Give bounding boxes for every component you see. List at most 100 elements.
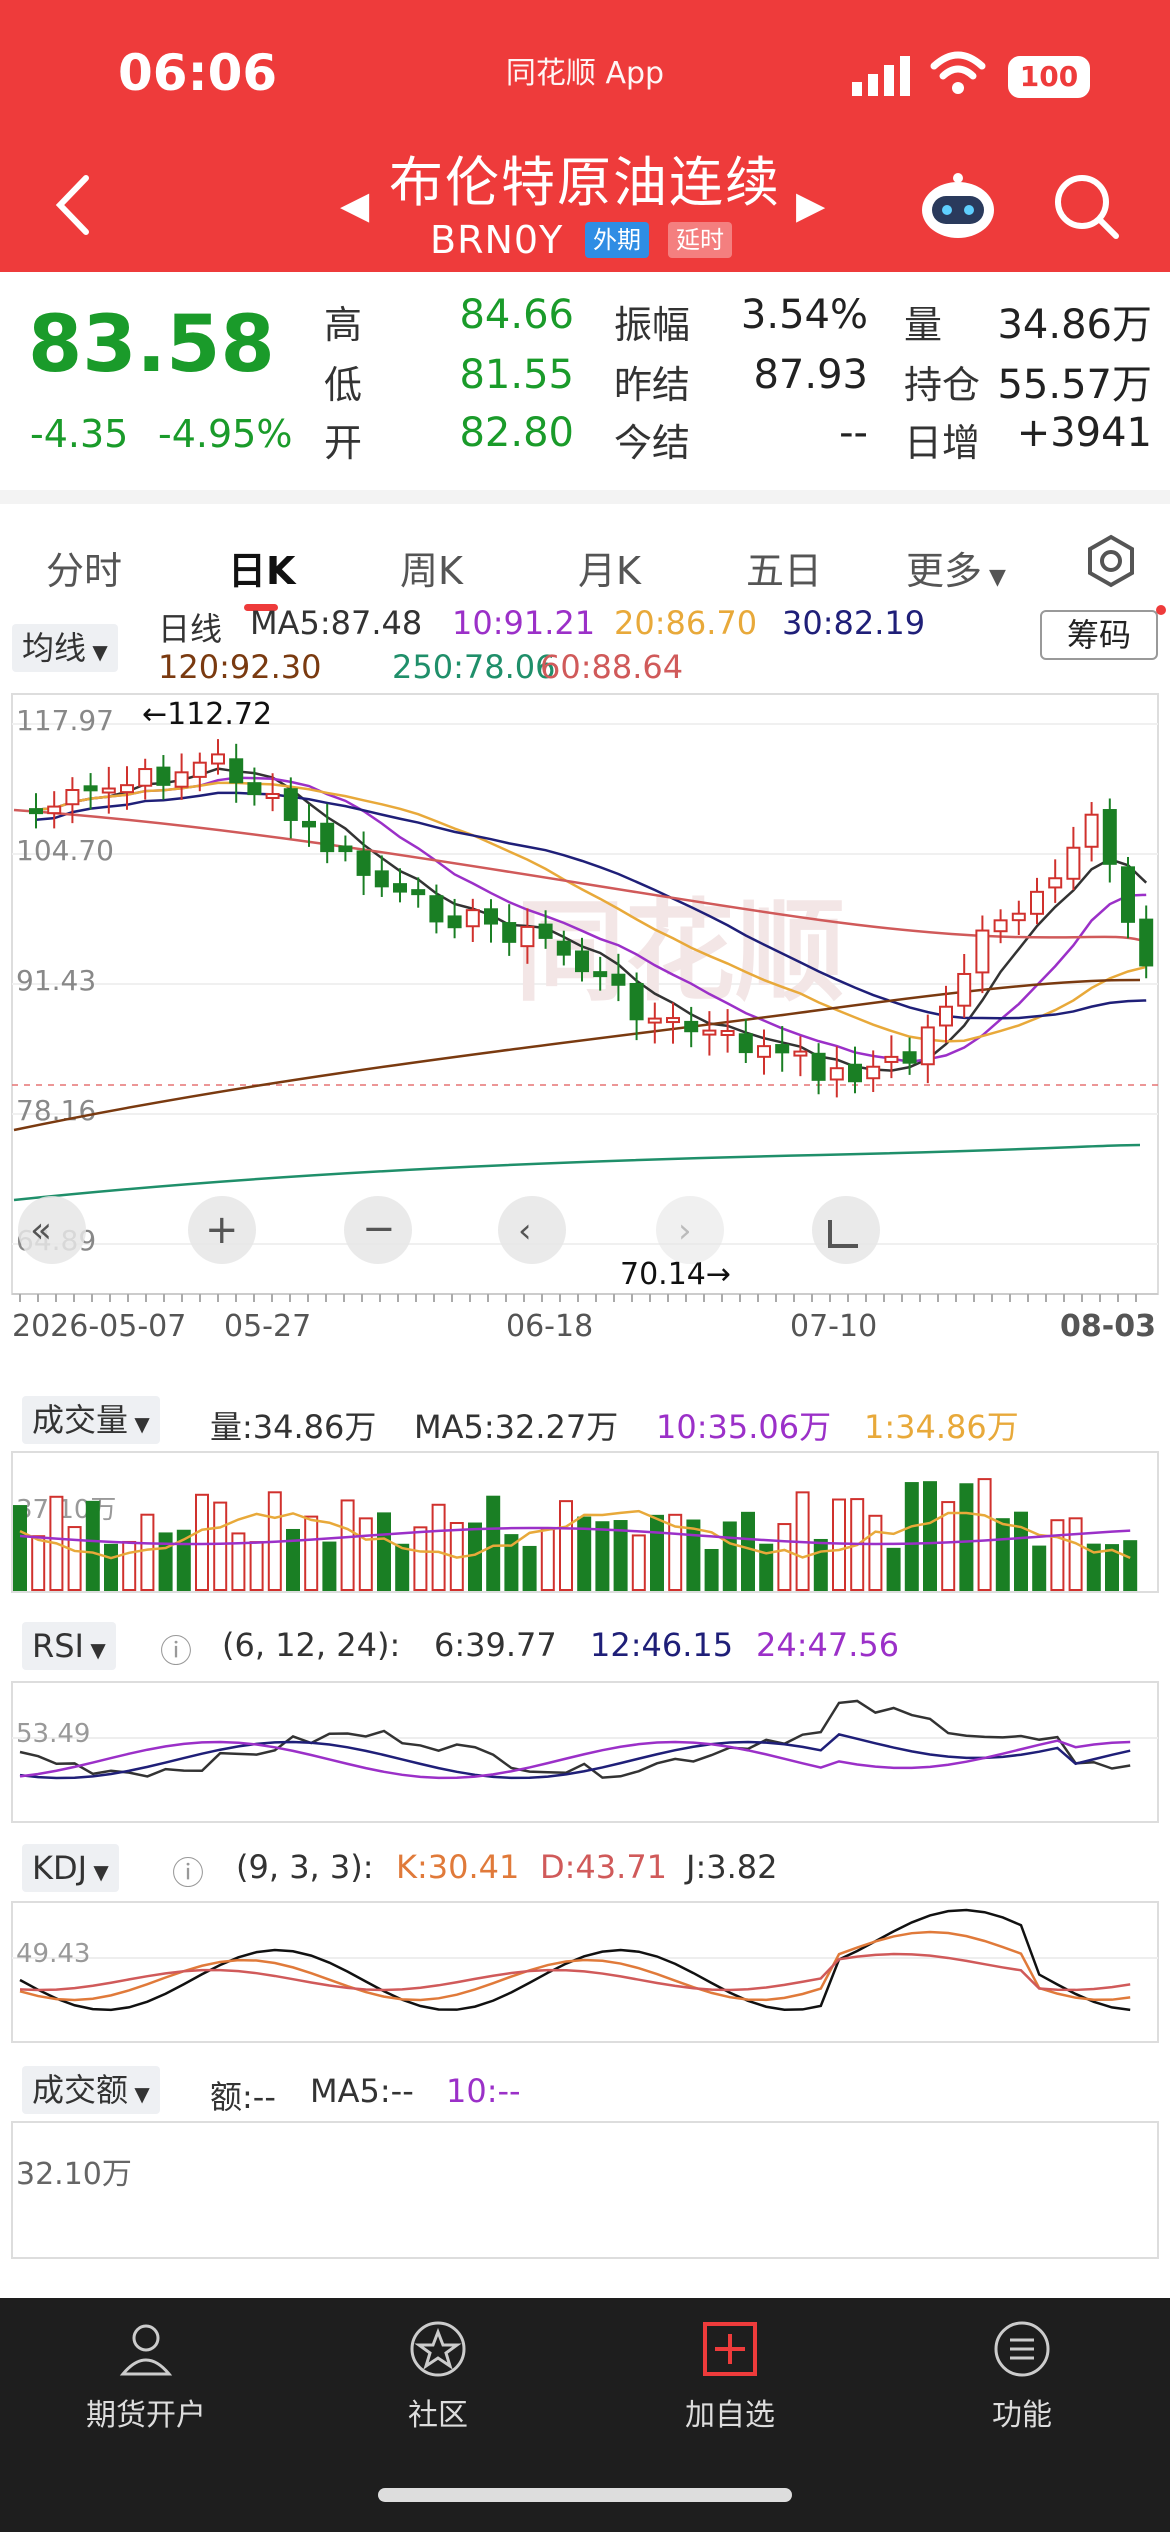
candle — [1084, 813, 1099, 848]
candle — [101, 787, 116, 794]
candle — [556, 940, 571, 956]
volume-bar — [995, 1518, 1010, 1591]
kline-chart[interactable]: 117.97104.7091.4378.1664.89 同花顺 2026-05-… — [0, 690, 1170, 1350]
volume-bar — [741, 1511, 755, 1591]
last-price: 83.58 — [28, 300, 275, 390]
settle-label: 今结 — [614, 421, 691, 465]
tab-monthly-k[interactable]: 月K — [578, 540, 641, 595]
amount-ma10: 10:-- — [446, 2072, 521, 2110]
kdj-d-value: D:43.71 — [540, 1848, 668, 1886]
notification-dot — [1156, 605, 1166, 615]
chevron-down-icon: ▼ — [87, 1860, 109, 1884]
minus-icon: − — [362, 1206, 396, 1252]
candle — [1139, 918, 1154, 967]
candle — [320, 822, 335, 853]
volume-bar — [13, 1505, 27, 1591]
volume-bar — [704, 1548, 719, 1591]
chevron-left-icon: ‹ — [518, 1211, 532, 1251]
candle — [211, 753, 225, 765]
candle — [757, 1045, 771, 1058]
candle — [793, 1050, 808, 1057]
kdj-select[interactable]: KDJ ▼ — [22, 1844, 119, 1892]
volume-bar — [377, 1512, 391, 1592]
candle — [120, 784, 134, 794]
open-interest-value: 55.57万 — [997, 362, 1152, 408]
rsi-select-label: RSI — [32, 1627, 84, 1665]
candle — [611, 973, 626, 986]
chevron-down-icon: ▼ — [83, 1638, 106, 1662]
tab-five-day[interactable]: 五日 — [746, 540, 822, 595]
kdj-chart[interactable]: 49.43 — [0, 1900, 1170, 2050]
volume-y-tick: 37.10万 — [16, 1495, 116, 1525]
volume-bar — [249, 1541, 264, 1591]
assistant-robot-icon[interactable] — [918, 172, 998, 242]
wifi-icon — [930, 51, 986, 94]
step-left-button[interactable] — [498, 1196, 566, 1264]
volume-bar — [904, 1482, 919, 1591]
chevron-right-icon: › — [678, 1211, 692, 1251]
candle — [29, 808, 43, 815]
volume-select[interactable]: 成交量 ▼ — [22, 1396, 160, 1444]
tab-intraday[interactable]: 分时 — [46, 540, 122, 595]
candle — [338, 845, 353, 853]
candle — [1011, 912, 1026, 922]
chips-button[interactable]: 筹码 — [1040, 610, 1158, 660]
amount-value: 额:-- — [210, 2078, 276, 2116]
candle — [1048, 877, 1063, 889]
kdj-select-label: KDJ — [32, 1849, 88, 1887]
candle — [629, 982, 644, 1021]
status-app-name: 同花顺 App — [505, 56, 665, 91]
candle — [829, 1067, 844, 1081]
settings-hexagon-icon[interactable] — [1084, 534, 1138, 588]
candle — [429, 895, 444, 923]
search-icon[interactable] — [1050, 170, 1122, 242]
candle — [975, 929, 990, 974]
rsi24-value: 24:47.56 — [756, 1626, 900, 1664]
rsi-select[interactable]: RSI ▼ — [22, 1622, 116, 1670]
volume-ma1: 1:34.86万 — [864, 1408, 1019, 1446]
candle — [884, 1055, 899, 1063]
volume-bar — [631, 1534, 646, 1591]
volume-chart[interactable]: 37.10万 — [0, 1450, 1170, 1600]
candle — [283, 788, 298, 821]
candle — [411, 889, 426, 896]
volume-value: 量:34.86万 — [210, 1408, 377, 1446]
period-label: 日线 — [158, 610, 223, 648]
tabbar-functions[interactable]: 功能 — [922, 2318, 1122, 2434]
candle — [939, 1005, 953, 1027]
candle — [1121, 866, 1135, 923]
kdj-y-tick: 49.43 — [16, 1939, 90, 1969]
tab-weekly-k[interactable]: 周K — [400, 540, 463, 595]
tabbar-open-account[interactable]: 期货开户 — [46, 2318, 246, 2434]
fullscreen-button[interactable] — [812, 1196, 880, 1264]
volume-bar — [286, 1528, 300, 1591]
high-marker: ←112.72 — [142, 697, 272, 732]
tabbar-add-watchlist[interactable]: 加自选 — [630, 2318, 830, 2434]
candle — [702, 1029, 717, 1036]
help-icon[interactable]: ⓘ — [172, 1848, 204, 1894]
volume-bar — [1123, 1540, 1138, 1592]
candle — [811, 1052, 826, 1081]
chevron-down-icon: ▼ — [128, 1412, 150, 1436]
daily-inc-value: +3941 — [1016, 410, 1152, 456]
volume-bar — [540, 1528, 555, 1591]
volume-bar — [959, 1483, 974, 1591]
open-value: 82.80 — [459, 410, 574, 456]
rsi-chart[interactable]: 53.49 — [0, 1680, 1170, 1830]
candle — [47, 805, 62, 815]
ma-select[interactable]: 均线 ▼ — [12, 624, 118, 672]
candle — [1030, 890, 1044, 915]
next-instrument-button[interactable]: ▶ — [796, 183, 825, 227]
amount-chart[interactable]: 32.10万 — [0, 2120, 1170, 2260]
volume-ma10: 10:35.06万 — [656, 1408, 832, 1446]
tab-more[interactable]: 更多 ▼ — [906, 540, 1006, 595]
amount-select[interactable]: 成交额 ▼ — [22, 2066, 160, 2114]
candle — [156, 766, 171, 786]
person-icon — [119, 2324, 173, 2376]
rsi6-value: 6:39.77 — [434, 1626, 557, 1664]
tabbar-community[interactable]: 社区 — [338, 2318, 538, 2434]
tab-daily-k[interactable]: 日K — [228, 540, 295, 595]
help-icon[interactable]: ⓘ — [160, 1626, 192, 1672]
volume-bar — [122, 1540, 137, 1591]
volume-bar — [140, 1513, 155, 1591]
